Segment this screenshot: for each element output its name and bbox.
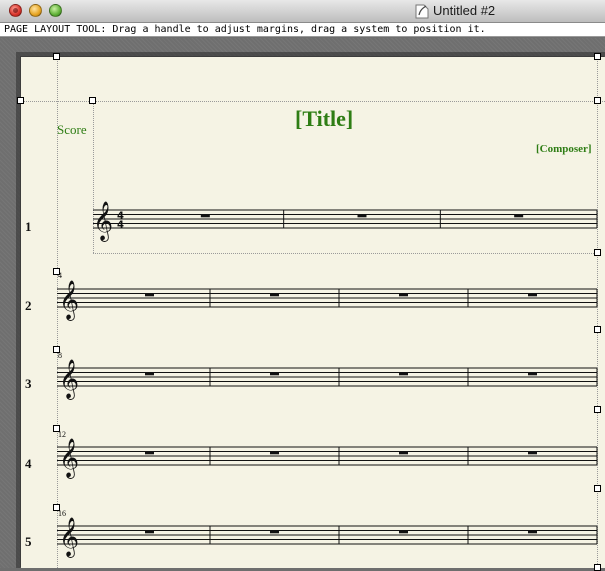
treble-clef-icon: 𝄞 <box>59 438 79 479</box>
whole-rest-icon <box>270 530 279 534</box>
whole-rest-icon <box>528 530 537 534</box>
page-corner-handle[interactable] <box>53 53 60 60</box>
whole-rest-icon <box>145 530 154 534</box>
score-systems[interactable]: 𝄞 44𝄞𝄞𝄞𝄞 <box>0 0 605 568</box>
treble-clef-icon: 𝄞 <box>59 359 79 400</box>
whole-rest-icon <box>270 451 279 455</box>
whole-rest-icon <box>270 372 279 376</box>
staff-system[interactable]: 𝄞 <box>57 517 598 558</box>
whole-rest-icon <box>528 293 537 297</box>
staff-system[interactable]: 𝄞 <box>57 438 598 479</box>
system-3-end-handle[interactable] <box>594 406 601 413</box>
treble-clef-icon: 𝄞 <box>59 517 79 558</box>
whole-rest-icon <box>399 530 408 534</box>
system-4-handle[interactable] <box>53 425 60 432</box>
system-3-handle[interactable] <box>53 346 60 353</box>
whole-rest-icon <box>357 214 367 218</box>
system-4-end-handle[interactable] <box>594 485 601 492</box>
whole-rest-icon <box>528 451 537 455</box>
whole-rest-icon <box>270 293 279 297</box>
system-2-end-handle[interactable] <box>594 326 601 333</box>
whole-rest-icon <box>528 372 537 376</box>
top-margin-handle[interactable] <box>594 53 601 60</box>
staff-system[interactable]: 𝄞 <box>57 359 598 400</box>
treble-clef-icon: 𝄞 <box>93 201 113 242</box>
system-1-end-handle[interactable] <box>594 249 601 256</box>
right-margin-handle[interactable] <box>594 97 601 104</box>
time-signature-denominator: 4 <box>117 220 124 231</box>
whole-rest-icon <box>200 214 210 218</box>
system-5-handle[interactable] <box>53 504 60 511</box>
treble-clef-icon: 𝄞 <box>59 280 79 321</box>
whole-rest-icon <box>145 372 154 376</box>
whole-rest-icon <box>399 293 408 297</box>
whole-rest-icon <box>399 451 408 455</box>
whole-rest-icon <box>399 372 408 376</box>
indent-handle[interactable] <box>89 97 96 104</box>
left-margin-handle[interactable] <box>17 97 24 104</box>
staff-system[interactable]: 𝄞 44 <box>93 201 598 242</box>
whole-rest-icon <box>145 293 154 297</box>
whole-rest-icon <box>145 451 154 455</box>
system-2-handle[interactable] <box>53 268 60 275</box>
staff-system[interactable]: 𝄞 <box>57 280 598 321</box>
whole-rest-icon <box>514 214 524 218</box>
